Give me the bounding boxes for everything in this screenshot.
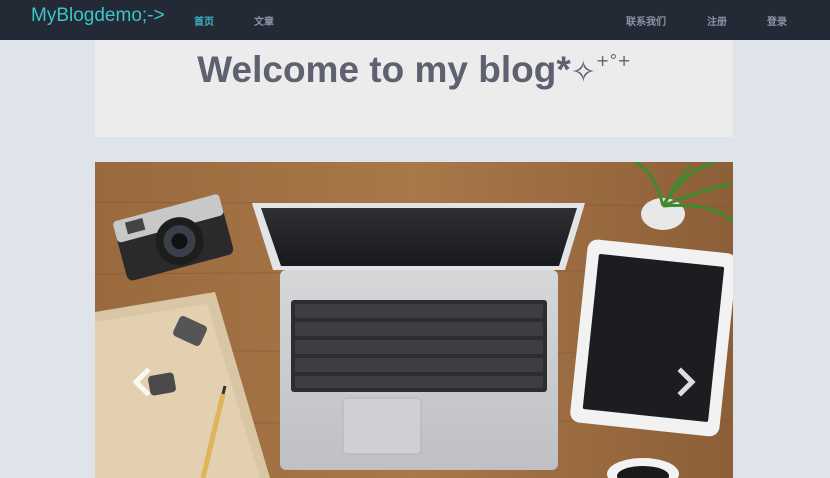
hero-title: Welcome to my blog* <box>197 49 571 90</box>
nav-login[interactable]: 登录 <box>767 13 787 28</box>
nav-register[interactable]: 注册 <box>707 13 727 28</box>
brand-link[interactable]: MyBlogdemo;-> <box>31 5 165 27</box>
carousel-prev-button[interactable] <box>131 367 153 397</box>
sparkle-decoration: ✧+°+ <box>571 48 631 91</box>
nav-contact-us[interactable]: 联系我们 <box>626 13 666 28</box>
carousel-next-button[interactable] <box>675 367 697 397</box>
sparkle-tail: +°+ <box>595 51 631 70</box>
laptop-desk-photo <box>95 162 733 478</box>
nav-articles[interactable]: 文章 <box>254 13 274 28</box>
sparkle-icon: ✧ <box>570 55 596 90</box>
chevron-left-icon <box>132 367 151 397</box>
image-carousel[interactable] <box>95 162 733 478</box>
top-navbar: MyBlogdemo;-> 首页 文章 联系我们 注册 登录 <box>0 0 830 40</box>
hero-banner: Welcome to my blog*✧+°+ <box>95 40 733 137</box>
hero-title-wrap: Welcome to my blog*✧+°+ <box>95 48 733 91</box>
chevron-right-icon <box>677 367 696 397</box>
nav-home[interactable]: 首页 <box>194 13 214 28</box>
